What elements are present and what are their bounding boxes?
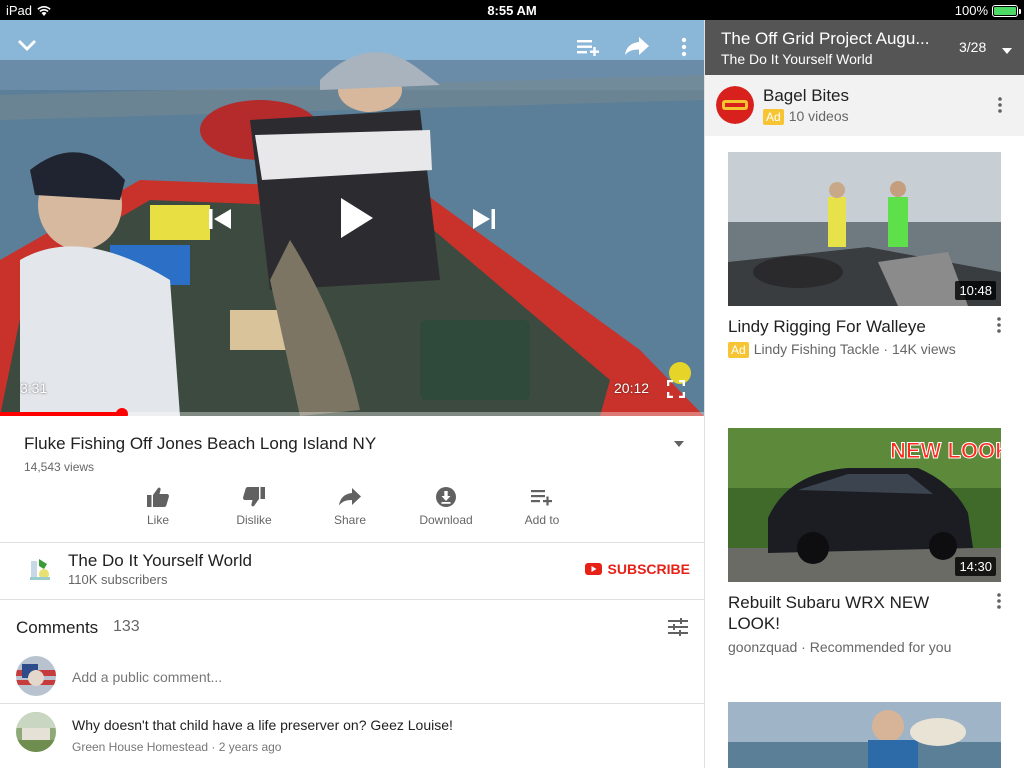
comment-author[interactable]: Green House Homestead xyxy=(72,740,208,754)
current-time: 3:31 xyxy=(20,380,48,396)
add-to-button[interactable]: Add to xyxy=(494,486,590,527)
video-meta: goonzquad · Recommended for you xyxy=(728,639,952,655)
battery-icon xyxy=(992,4,1021,17)
subscriber-count: 110K subscribers xyxy=(68,572,168,587)
previous-icon[interactable] xyxy=(207,206,233,232)
video-meta: Ad Lindy Fishing Tackle · 14K views xyxy=(728,341,956,358)
add-to-queue-icon[interactable] xyxy=(576,37,600,57)
ad-badge: Ad xyxy=(728,342,749,358)
share-icon[interactable] xyxy=(624,36,650,56)
fullscreen-icon[interactable] xyxy=(667,380,685,398)
status-bar: iPad 8:55 AM 100% xyxy=(0,0,1024,20)
dislike-button[interactable]: Dislike xyxy=(206,486,302,527)
ad-subtitle: Ad 10 videos xyxy=(763,108,849,125)
video-title: Fluke Fishing Off Jones Beach Long Islan… xyxy=(24,434,377,453)
ad-more-icon[interactable] xyxy=(997,97,1003,118)
playlist-channel: The Do It Yourself World xyxy=(721,51,873,67)
ad-video-count: 10 videos xyxy=(788,108,849,124)
like-label: Like xyxy=(146,513,169,527)
video-title[interactable]: Rebuilt Subaru WRX NEW LOOK! xyxy=(728,592,978,634)
battery-percent: 100% xyxy=(954,3,988,18)
subscribe-label: SUBSCRIBE xyxy=(607,561,690,577)
right-panel: The Off Grid Project Augu... The Do It Y… xyxy=(704,20,1024,768)
action-bar: Like Dislike Share Download Add to xyxy=(110,486,590,527)
comment-text: Why doesn't that child have a life prese… xyxy=(72,717,453,733)
ad-channel-avatar xyxy=(716,86,754,124)
like-button[interactable]: Like xyxy=(110,486,206,527)
add-comment-row[interactable]: Add a public comment... xyxy=(0,652,704,704)
video-more-icon[interactable] xyxy=(996,317,1002,338)
video-more-icon[interactable] xyxy=(996,593,1002,614)
channel-row[interactable]: The Do It Yourself World 110K subscriber… xyxy=(0,543,704,600)
recommendation-item[interactable]: 10:48 Lindy Rigging For Walleye Ad Lindy … xyxy=(705,152,1024,422)
next-icon[interactable] xyxy=(471,206,497,232)
expand-description-icon[interactable] xyxy=(672,436,686,454)
video-duration: 20:12 xyxy=(614,380,650,396)
thumbnail-overlay-text: NEW LOOK xyxy=(890,438,1001,463)
video-info: Fluke Fishing Off Jones Beach Long Islan… xyxy=(0,416,704,543)
video-thumbnail[interactable]: NEW LOOK 14:30 xyxy=(728,428,1001,582)
ad-badge: Ad xyxy=(763,109,784,125)
meta-separator: · xyxy=(211,740,219,754)
add-to-label: Add to xyxy=(524,513,560,527)
playlist-header[interactable]: The Off Grid Project Augu... The Do It Y… xyxy=(705,20,1024,75)
download-icon xyxy=(436,487,456,507)
thumbs-up-icon xyxy=(147,487,169,507)
video-duration-badge: 10:48 xyxy=(955,281,996,300)
expand-playlist-icon[interactable] xyxy=(1001,42,1013,60)
playlist-add-icon xyxy=(531,490,552,506)
playlist-title: The Off Grid Project Augu... xyxy=(721,29,930,48)
recommendation-item[interactable]: NEW LOOK 14:30 Rebuilt Subaru WRX NEW LO… xyxy=(705,428,1024,698)
download-button[interactable]: Download xyxy=(398,486,494,527)
share-button[interactable]: Share xyxy=(302,486,398,527)
comment-age: 2 years ago xyxy=(218,740,282,754)
youtube-logo-icon xyxy=(584,563,602,575)
more-options-icon[interactable] xyxy=(677,37,691,57)
thumbs-down-icon xyxy=(243,487,265,507)
commenter-avatar[interactable] xyxy=(16,712,56,752)
video-title[interactable]: Lindy Rigging For Walleye xyxy=(728,316,978,337)
video-thumbnail[interactable]: 10:48 xyxy=(728,152,1001,306)
ad-title: Bagel Bites xyxy=(763,86,849,105)
play-icon[interactable] xyxy=(336,196,376,240)
subscribe-button[interactable]: SUBSCRIBE xyxy=(584,561,690,577)
video-player[interactable]: 3:31 20:12 xyxy=(0,20,704,416)
video-thumbnail[interactable] xyxy=(728,702,1001,768)
comments-count: 133 xyxy=(113,618,140,635)
video-meta-text: Lindy Fishing Tackle · 14K views xyxy=(753,341,956,357)
video-duration-badge: 14:30 xyxy=(955,557,996,576)
clock: 8:55 AM xyxy=(487,3,537,18)
view-count: 14,543 views xyxy=(24,460,95,474)
share-arrow-icon xyxy=(339,488,361,506)
playlist-position: 3/28 xyxy=(959,39,987,55)
dislike-label: Dislike xyxy=(236,513,272,527)
share-label: Share xyxy=(333,513,367,527)
comments-header: Comments 133 xyxy=(0,600,704,652)
channel-name[interactable]: The Do It Yourself World xyxy=(68,551,252,571)
comment-item: Why doesn't that child have a life prese… xyxy=(0,704,704,768)
comment-input[interactable]: Add a public comment... xyxy=(72,669,222,685)
user-avatar xyxy=(16,656,56,696)
minimize-chevron-icon[interactable] xyxy=(16,36,38,54)
channel-avatar[interactable] xyxy=(22,551,58,587)
ad-playlist-row[interactable]: Bagel Bites Ad 10 videos xyxy=(705,75,1024,136)
recommendation-item[interactable] xyxy=(705,702,1024,768)
comments-title: Comments xyxy=(16,618,99,637)
sort-comments-icon[interactable] xyxy=(668,618,688,641)
comment-meta: Green House Homestead · 2 years ago xyxy=(72,740,281,754)
download-label: Download xyxy=(419,513,473,527)
